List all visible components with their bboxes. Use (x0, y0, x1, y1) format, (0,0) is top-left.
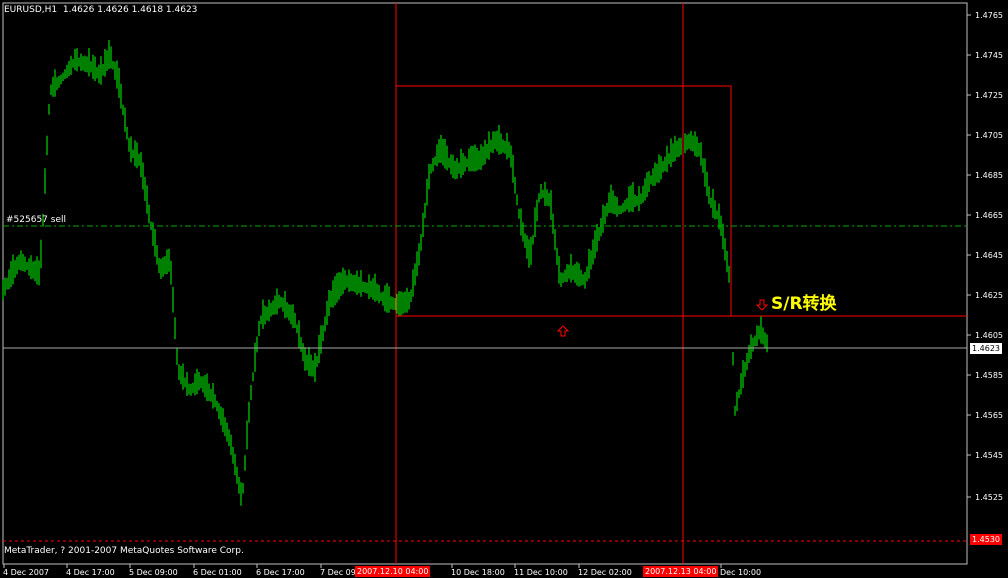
vline1-date-tag: 2007.12.10 04:00 (355, 566, 431, 577)
vline2-date-tag: 2007.12.13 04:00 (643, 566, 719, 577)
price-axis-label: 1.4565 (975, 411, 1003, 420)
price-axis-label: 1.4605 (975, 331, 1003, 340)
price-axis-label: 1.4725 (975, 91, 1003, 100)
time-axis-label: 4 Dec 2007 (3, 568, 49, 577)
chart-area[interactable]: 1.4765 1.4745 1.4725 1.4705 1.4685 1.4665 1.46… (0, 0, 1008, 578)
sr-annotation[interactable]: S/R转换 (771, 289, 837, 314)
ohlc-values: 1.4626 1.4626 1.4618 1.4623 (62, 5, 198, 15)
time-axis-label: 12 Dec 02:00 (578, 568, 632, 577)
plot-border (2, 2, 968, 565)
price-axis-label: 1.4525 (975, 493, 1003, 502)
price-axis-label: 1.4645 (975, 251, 1003, 260)
price-axis-label: 1.4765 (975, 11, 1003, 20)
price-axis-label: 1.4625 (975, 291, 1003, 300)
symbol-label: EURUSD,H1 (4, 5, 58, 15)
time-axis-label: 11 Dec 10:00 (514, 568, 568, 577)
time-axis-label: 6 Dec 01:00 (193, 568, 242, 577)
copyright-text: MetaTrader, ? 2001-2007 MetaQuotes Softw… (4, 546, 244, 556)
price-axis-label: 1.4545 (975, 451, 1003, 460)
low-price-tag: 1.4530 (970, 534, 1002, 545)
price-axis-label: 1.4665 (975, 211, 1003, 220)
order-label: #525657 sell (6, 215, 66, 225)
price-axis-label: 1.4685 (975, 171, 1003, 180)
price-axis-label: 1.4705 (975, 131, 1003, 140)
symbol-header: EURUSD,H1 1.4626 1.4626 1.4618 1.4623 (4, 5, 197, 15)
time-axis-label: 5 Dec 09:00 (129, 568, 178, 577)
price-axis-label: 1.4585 (975, 371, 1003, 380)
down-arrow-icon (755, 299, 769, 311)
time-axis-label: 6 Dec 17:00 (256, 568, 305, 577)
price-bars (2, 40, 768, 506)
axis-ticks: 1.4765 1.4745 1.4725 1.4705 1.4685 1.4665 1.46… (3, 11, 1003, 577)
time-axis-label: 10 Dec 18:00 (451, 568, 505, 577)
time-axis-label: 4 Dec 17:00 (66, 568, 115, 577)
current-price-tag: 1.4623 (970, 343, 1002, 354)
up-arrow-icon (556, 325, 570, 337)
time-axis-label: Dec 10:00 (720, 568, 761, 577)
price-axis-label: 1.4745 (975, 51, 1003, 60)
